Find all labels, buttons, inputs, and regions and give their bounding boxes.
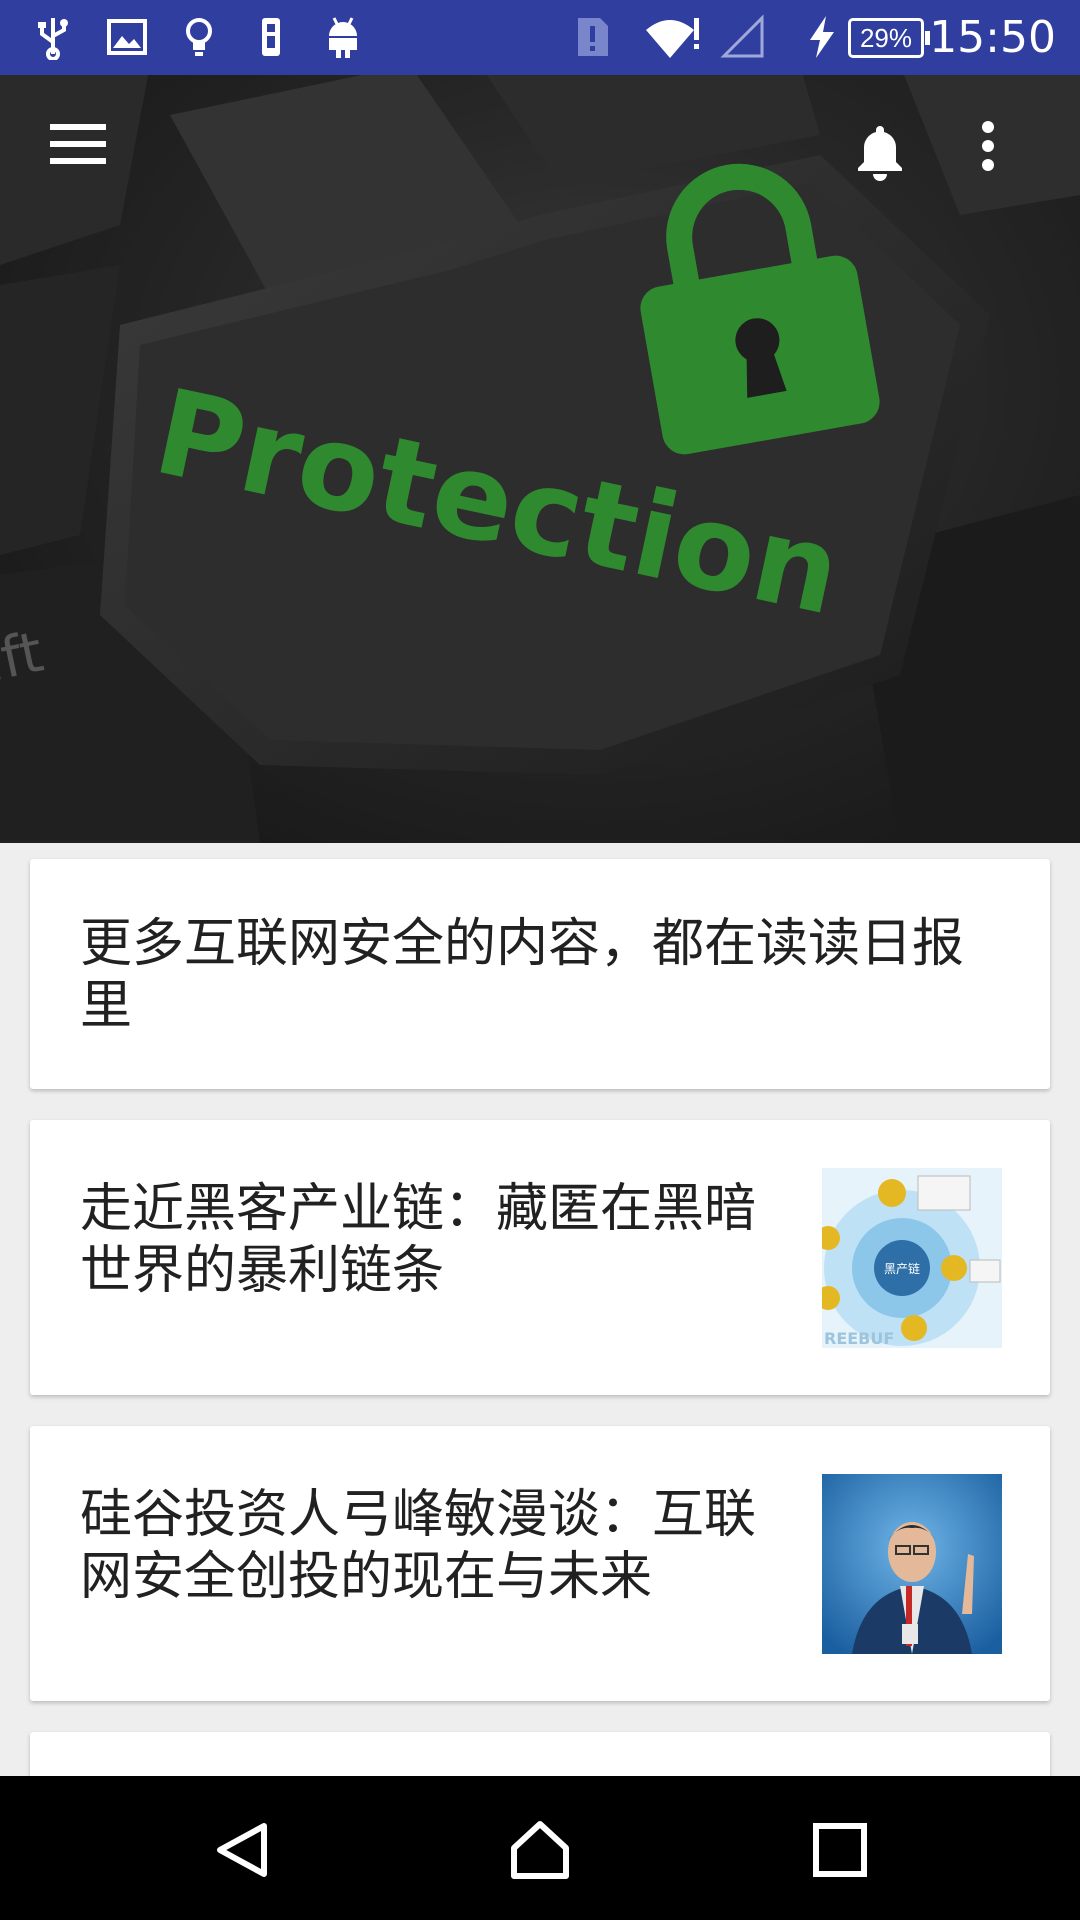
android-icon bbox=[329, 17, 357, 58]
navigation-bar bbox=[0, 1776, 1080, 1920]
article-thumbnail bbox=[822, 1474, 1002, 1654]
speaker-photo bbox=[822, 1474, 1002, 1654]
wifi-icon bbox=[646, 18, 699, 58]
status-bar: 29% 15:50 bbox=[0, 0, 1080, 75]
back-icon[interactable] bbox=[212, 1820, 272, 1880]
home-icon[interactable] bbox=[508, 1818, 572, 1882]
battery-percent: 29% bbox=[859, 23, 913, 53]
menu-icon bbox=[50, 124, 106, 164]
article-thumbnail: 黑产链 REEBUF bbox=[822, 1168, 1002, 1348]
battery-icon: 29% bbox=[848, 18, 930, 58]
article-title: 走近黑客产业链：藏匿在黑暗世界的暴利链条 bbox=[80, 1179, 757, 1301]
image-icon bbox=[107, 19, 147, 55]
more-vert-icon bbox=[982, 121, 994, 171]
bell-icon bbox=[858, 126, 902, 181]
article-card[interactable]: 更多互联网安全的内容，都在读读日报里 bbox=[30, 859, 1050, 1089]
menu-button[interactable] bbox=[48, 122, 120, 194]
thumb-center-label: 黑产链 bbox=[884, 1261, 920, 1276]
article-title: 更多互联网安全的内容，都在读读日报里 bbox=[80, 914, 965, 1036]
lightbulb-icon bbox=[186, 18, 212, 56]
diagram-thumbnail: 黑产链 REEBUF bbox=[822, 1168, 1002, 1348]
usb-icon bbox=[38, 18, 68, 60]
header-image: ift Protection bbox=[0, 75, 1080, 843]
article-title: 硅谷投资人弓峰敏漫谈：互联网安全创投的现在与未来 bbox=[80, 1485, 757, 1607]
thumb-watermark: REEBUF bbox=[824, 1329, 894, 1348]
charging-icon bbox=[810, 16, 834, 58]
sim-icon bbox=[262, 18, 280, 56]
notifications-button[interactable] bbox=[852, 120, 924, 192]
article-card[interactable]: 硅谷投资人弓峰敏漫谈：互联网安全创投的现在与未来 bbox=[30, 1426, 1050, 1701]
status-time: 15:50 bbox=[929, 12, 1056, 63]
more-options-button[interactable] bbox=[978, 120, 1050, 192]
signal-icon bbox=[720, 14, 764, 58]
article-card[interactable]: 走近黑客产业链：藏匿在黑暗世界的暴利链条 黑产链 REEBUF bbox=[30, 1120, 1050, 1395]
alert-icon bbox=[578, 18, 608, 56]
recents-icon[interactable] bbox=[812, 1822, 868, 1878]
